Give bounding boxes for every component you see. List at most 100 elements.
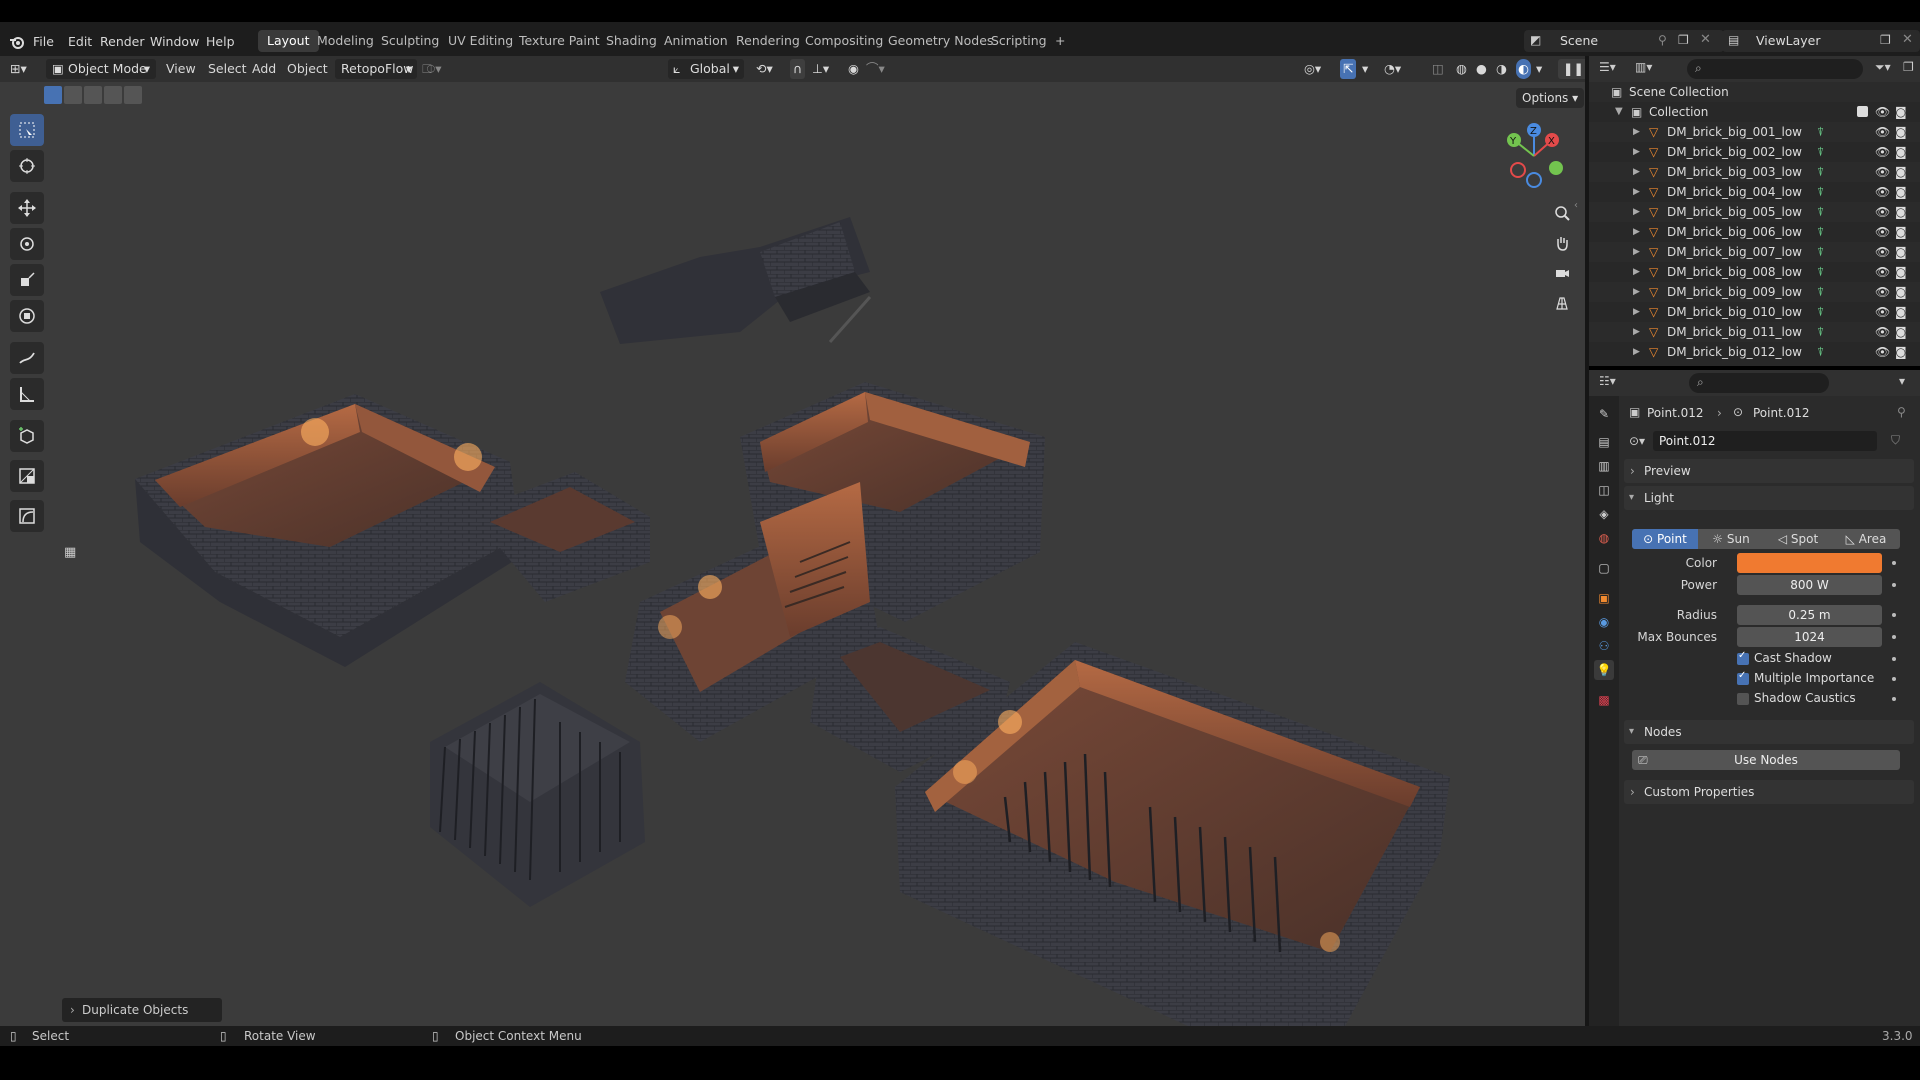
expand-right-icon[interactable]: ▶ bbox=[1633, 302, 1640, 322]
mesh-data-icon[interactable]: ⍒ bbox=[1817, 162, 1824, 182]
camera-icon[interactable]: ◙ bbox=[1895, 242, 1907, 262]
camera-icon[interactable]: ◙ bbox=[1895, 342, 1907, 362]
mesh-data-icon[interactable]: ⍒ bbox=[1817, 342, 1824, 362]
texture-tab-icon[interactable]: ▩ bbox=[1594, 690, 1614, 710]
material-shading-icon[interactable]: ◑ bbox=[1496, 59, 1507, 79]
overlays-icon[interactable]: ◔▾ bbox=[1384, 59, 1401, 79]
new-collection-icon[interactable]: ❐ bbox=[1903, 60, 1914, 74]
expand-right-icon[interactable]: ▶ bbox=[1633, 242, 1640, 262]
use-nodes-button[interactable]: ⎚ Use Nodes bbox=[1632, 750, 1900, 770]
menu-add[interactable]: Add bbox=[252, 59, 276, 79]
outliner-object-row[interactable]: ▶ ▽ DM_brick_big_006_low ⍒ 👁 ◙ bbox=[1589, 222, 1920, 242]
properties-editor-type-icon[interactable]: ☷▾ bbox=[1599, 374, 1616, 388]
color-swatch[interactable] bbox=[1737, 553, 1882, 573]
menu-file[interactable]: File bbox=[33, 34, 54, 49]
outliner-object-row[interactable]: ▶ ▽ DM_brick_big_011_low ⍒ 👁 ◙ bbox=[1589, 322, 1920, 342]
shadow-caustics-checkbox[interactable] bbox=[1737, 693, 1749, 705]
retopoflow-tool-icon[interactable]: ⎄▾ bbox=[422, 59, 442, 79]
gizmo-dropdown-icon[interactable]: ▾ bbox=[1362, 59, 1368, 79]
outliner-object-row[interactable]: ▶ ▽ DM_brick_big_003_low ⍒ 👁 ◙ bbox=[1589, 162, 1920, 182]
outliner-search-input[interactable]: ⌕ bbox=[1687, 59, 1863, 79]
camera-icon[interactable]: ◙ bbox=[1895, 162, 1907, 182]
expand-right-icon[interactable]: ▶ bbox=[1633, 202, 1640, 222]
blender-logo-icon[interactable] bbox=[9, 34, 25, 50]
radius-keyframe-dot[interactable] bbox=[1892, 613, 1896, 617]
eye-icon[interactable]: 👁 bbox=[1875, 302, 1890, 322]
properties-search-input[interactable]: ⌕ bbox=[1689, 373, 1829, 393]
tab-compositing[interactable]: Compositing bbox=[796, 30, 892, 52]
eye-icon[interactable]: 👁 bbox=[1875, 282, 1890, 302]
camera-icon[interactable]: ◙ bbox=[1895, 262, 1907, 282]
menu-window[interactable]: Window bbox=[150, 34, 199, 49]
xray-icon[interactable]: ◫ bbox=[1432, 59, 1444, 79]
mesh-data-icon[interactable]: ⍒ bbox=[1817, 122, 1824, 142]
mesh-data-icon[interactable]: ⍒ bbox=[1817, 142, 1824, 162]
mode-selector[interactable]: ▣ Object Mode ▾ bbox=[46, 59, 156, 79]
outliner-object-row[interactable]: ▶ ▽ DM_brick_big_002_low ⍒ 👁 ◙ bbox=[1589, 142, 1920, 162]
wireframe-shading-icon[interactable]: ◍ bbox=[1456, 59, 1467, 79]
outliner-object-row[interactable]: ▶ ▽ DM_brick_big_009_low ⍒ 👁 ◙ bbox=[1589, 282, 1920, 302]
radius-field[interactable]: 0.25 m bbox=[1737, 605, 1882, 625]
proportional-edit-icon[interactable]: ◉ bbox=[848, 59, 859, 79]
tab-texture-paint[interactable]: Texture Paint bbox=[510, 30, 609, 52]
transform-orientation[interactable]: ⟀ Global ▾ bbox=[668, 59, 744, 79]
pin-icon[interactable]: ⚲ bbox=[1658, 33, 1667, 47]
max-bounces-field[interactable]: 1024 bbox=[1737, 627, 1882, 647]
eye-icon[interactable]: 👁 bbox=[1875, 162, 1890, 182]
multiple-importance-checkbox[interactable]: ✓ bbox=[1737, 670, 1749, 685]
panel-nodes[interactable]: ▾ Nodes bbox=[1624, 720, 1914, 744]
tab-sculpting[interactable]: Sculpting bbox=[372, 30, 448, 52]
camera-icon[interactable]: ◙ bbox=[1895, 182, 1907, 202]
add-workspace-button[interactable]: + bbox=[1046, 30, 1074, 52]
expand-right-icon[interactable]: ▶ bbox=[1633, 282, 1640, 302]
panel-preview[interactable]: › Preview bbox=[1624, 459, 1914, 483]
max-bounces-keyframe-dot[interactable] bbox=[1892, 635, 1896, 639]
pivot-point-icon[interactable]: ⟲▾ bbox=[756, 59, 773, 79]
eye-icon[interactable]: 👁 bbox=[1875, 342, 1890, 362]
tab-animation[interactable]: Animation bbox=[655, 30, 737, 52]
new-view-layer-icon[interactable]: ❐ bbox=[1880, 33, 1891, 47]
expand-right-icon[interactable]: ▶ bbox=[1633, 262, 1640, 282]
snap-icon[interactable]: ∩ bbox=[790, 59, 806, 79]
eye-icon[interactable]: 👁 bbox=[1875, 122, 1890, 142]
last-operator-panel[interactable]: › Duplicate Objects bbox=[62, 998, 222, 1022]
retopoflow-menu[interactable]: RetopoFlow ▾ bbox=[335, 59, 417, 79]
outliner-object-row[interactable]: ▶ ▽ DM_brick_big_005_low ⍒ 👁 ◙ bbox=[1589, 202, 1920, 222]
menu-view[interactable]: View bbox=[166, 59, 196, 79]
camera-icon[interactable]: ◙ bbox=[1895, 142, 1907, 162]
color-keyframe-dot[interactable] bbox=[1892, 561, 1896, 565]
menu-render[interactable]: Render bbox=[100, 34, 145, 49]
camera-icon[interactable]: ◙ bbox=[1895, 302, 1907, 322]
eye-icon[interactable]: 👁 bbox=[1875, 222, 1890, 242]
editor-type-icon[interactable]: ⊞▾ bbox=[10, 59, 27, 79]
menu-object[interactable]: Object bbox=[287, 59, 328, 79]
menu-edit[interactable]: Edit bbox=[68, 34, 92, 49]
outliner-object-row[interactable]: ▶ ▽ DM_brick_big_007_low ⍒ 👁 ◙ bbox=[1589, 242, 1920, 262]
rendered-shading-icon[interactable]: ◐ bbox=[1516, 59, 1531, 79]
datablock-name-field[interactable]: Point.012 bbox=[1653, 431, 1877, 451]
expand-right-icon[interactable]: ▶ bbox=[1633, 122, 1640, 142]
outliner-object-row[interactable]: ▶ ▽ DM_brick_big_001_low ⍒ 👁 ◙ bbox=[1589, 122, 1920, 142]
light-type-area-button[interactable]: ◺ Area bbox=[1832, 529, 1900, 549]
panel-light[interactable]: ▾ Light bbox=[1624, 486, 1914, 510]
mesh-data-icon[interactable]: ⍒ bbox=[1817, 322, 1824, 342]
scene-tab-icon[interactable]: ◈ bbox=[1594, 504, 1614, 524]
world-tab-icon[interactable]: ◍ bbox=[1594, 528, 1614, 548]
light-datablock-icon[interactable]: ⊙▾ bbox=[1629, 434, 1645, 448]
visibility-icon[interactable]: ◎▾ bbox=[1304, 59, 1321, 79]
mesh-data-icon[interactable]: ⍒ bbox=[1817, 242, 1824, 262]
mesh-data-icon[interactable]: ⍒ bbox=[1817, 262, 1824, 282]
menu-help[interactable]: Help bbox=[206, 34, 235, 49]
camera-icon[interactable]: ◙ bbox=[1895, 222, 1907, 242]
outliner-editor-type-icon[interactable]: ☰▾ bbox=[1599, 60, 1616, 74]
mesh-data-icon[interactable]: ⍒ bbox=[1817, 222, 1824, 242]
expand-right-icon[interactable]: ▶ bbox=[1633, 162, 1640, 182]
expand-right-icon[interactable]: ▶ bbox=[1633, 342, 1640, 362]
output-tab-icon[interactable]: ▥ bbox=[1594, 456, 1614, 476]
light-type-point-button[interactable]: ⊙ Point bbox=[1632, 529, 1698, 549]
outliner-object-row[interactable]: ▶ ▽ DM_brick_big_004_low ⍒ 👁 ◙ bbox=[1589, 182, 1920, 202]
cast-shadow-keyframe-dot[interactable] bbox=[1892, 657, 1896, 661]
camera-icon[interactable]: ◙ bbox=[1895, 202, 1907, 222]
camera-icon[interactable]: ◙ bbox=[1895, 122, 1907, 142]
eye-icon[interactable]: 👁 bbox=[1875, 322, 1890, 342]
